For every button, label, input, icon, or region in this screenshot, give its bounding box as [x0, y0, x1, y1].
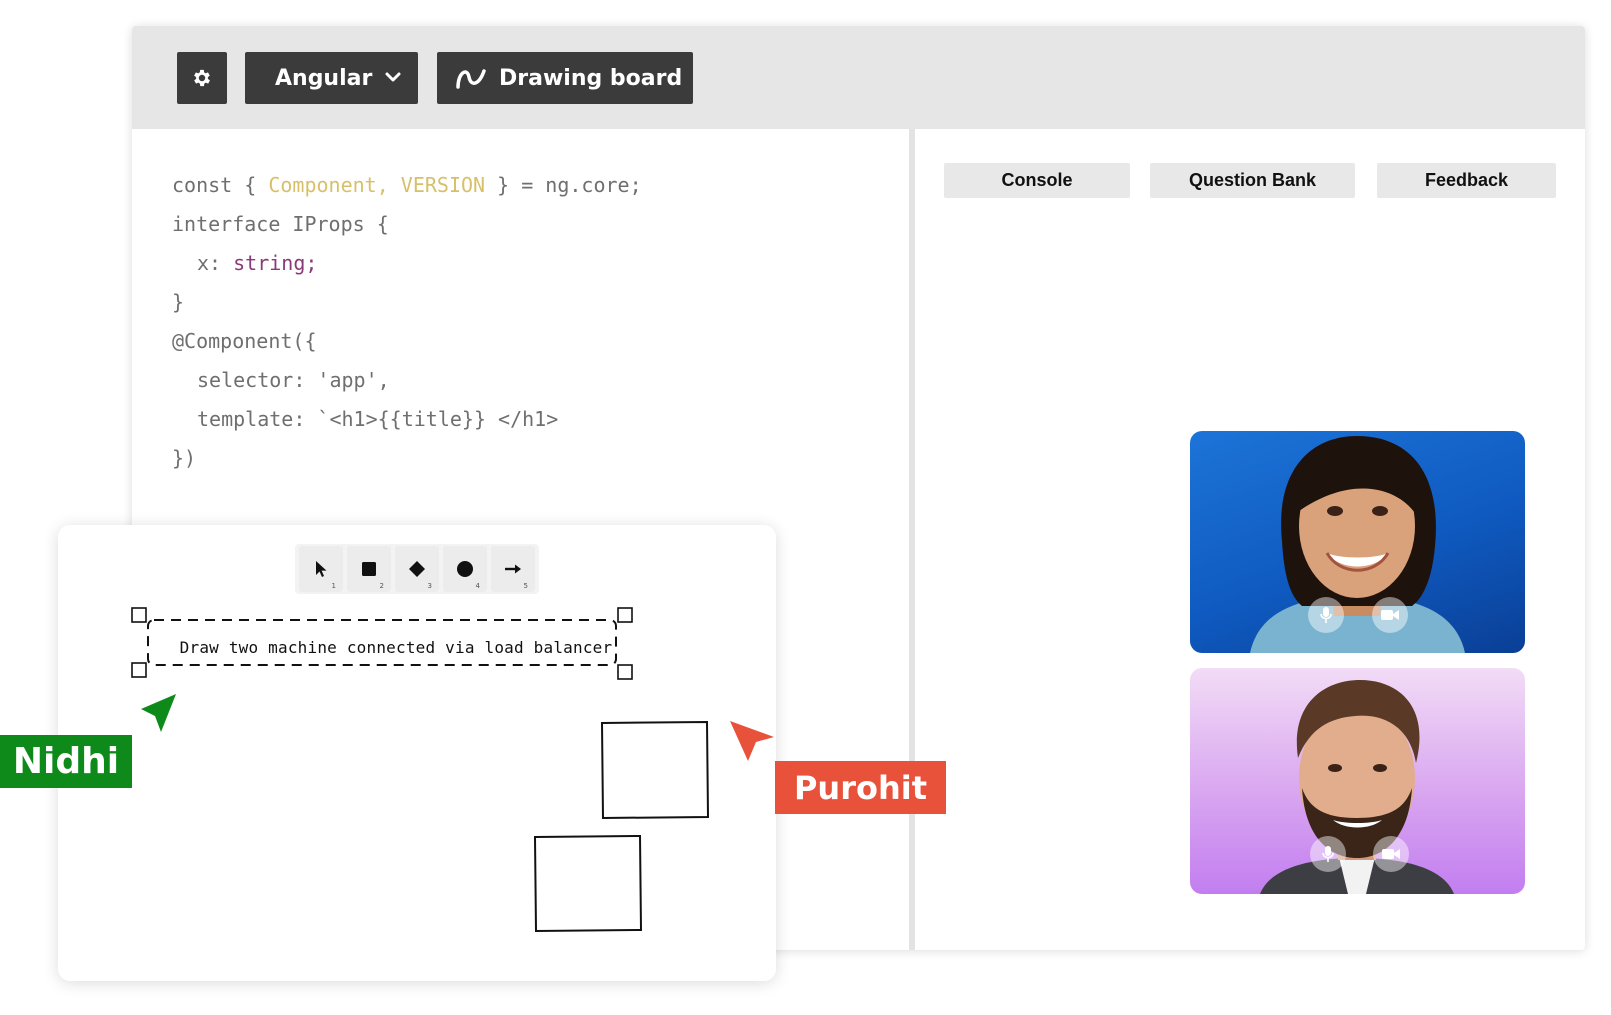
mic-button[interactable]: [1310, 836, 1346, 872]
code-token: Component, VERSION: [268, 173, 486, 197]
mic-button[interactable]: [1308, 597, 1344, 633]
gear-icon: [194, 69, 210, 87]
drawn-rectangle[interactable]: [600, 720, 710, 820]
code-editor[interactable]: const { Component, VERSION } = ng.core; …: [172, 166, 642, 478]
resize-handle[interactable]: [617, 607, 633, 623]
code-line: selector: 'app',: [197, 368, 390, 392]
cursor-label-purohit: Purohit: [775, 761, 946, 814]
camera-button[interactable]: [1372, 597, 1408, 633]
mic-icon: [1322, 846, 1334, 862]
code-line: template: `<h1>{{title}} </h1>: [197, 407, 559, 431]
tab-feedback[interactable]: Feedback: [1377, 163, 1556, 198]
squiggle-icon: [456, 69, 486, 89]
drawn-rectangle[interactable]: [533, 834, 643, 933]
code-line: }): [172, 446, 197, 470]
drawing-board[interactable]: 1 2 3 4 5 Draw two machine connected via…: [58, 525, 776, 981]
code-line: }: [172, 290, 185, 314]
cursor-label-nidhi: Nidhi: [0, 735, 132, 788]
drawing-board-button[interactable]: Drawing board: [437, 52, 693, 104]
resize-handle[interactable]: [131, 607, 147, 623]
camera-icon: [1382, 849, 1400, 859]
chevron-down-icon: [385, 72, 401, 82]
tab-question-bank[interactable]: Question Bank: [1150, 163, 1355, 198]
camera-button[interactable]: [1373, 836, 1409, 872]
framework-select[interactable]: Angular: [245, 52, 418, 104]
code-line: @Component({: [172, 329, 317, 353]
mic-icon: [1320, 607, 1332, 623]
settings-button[interactable]: [177, 52, 227, 104]
tab-console[interactable]: Console: [944, 163, 1130, 198]
cursor-arrow-icon: [141, 694, 176, 732]
code-token: } = ng.core;: [485, 173, 642, 197]
code-token: x:: [197, 251, 234, 275]
framework-label: Angular: [275, 65, 373, 91]
drawing-canvas[interactable]: [58, 525, 776, 981]
drawing-board-label: Drawing board: [499, 65, 683, 91]
video-tile-participant-1: [1190, 431, 1525, 653]
code-token: const {: [172, 173, 269, 197]
code-token: string;: [233, 251, 318, 275]
top-toolbar: Angular Drawing board: [132, 26, 1585, 129]
resize-handle[interactable]: [617, 664, 633, 680]
video-tile-participant-2: [1190, 668, 1525, 894]
board-text-element[interactable]: Draw two machine connected via load bala…: [166, 638, 626, 657]
participant-video-image: [1250, 436, 1465, 653]
code-line: interface IProps {: [172, 212, 389, 236]
camera-icon: [1381, 610, 1399, 620]
cursor-arrow-icon: [730, 721, 774, 761]
pane-divider[interactable]: [909, 129, 915, 950]
participant-video-image: [1260, 680, 1454, 894]
code-line: x: string;: [172, 244, 642, 283]
code-line: const { Component, VERSION } = ng.core;: [172, 166, 642, 205]
resize-handle[interactable]: [131, 662, 147, 678]
